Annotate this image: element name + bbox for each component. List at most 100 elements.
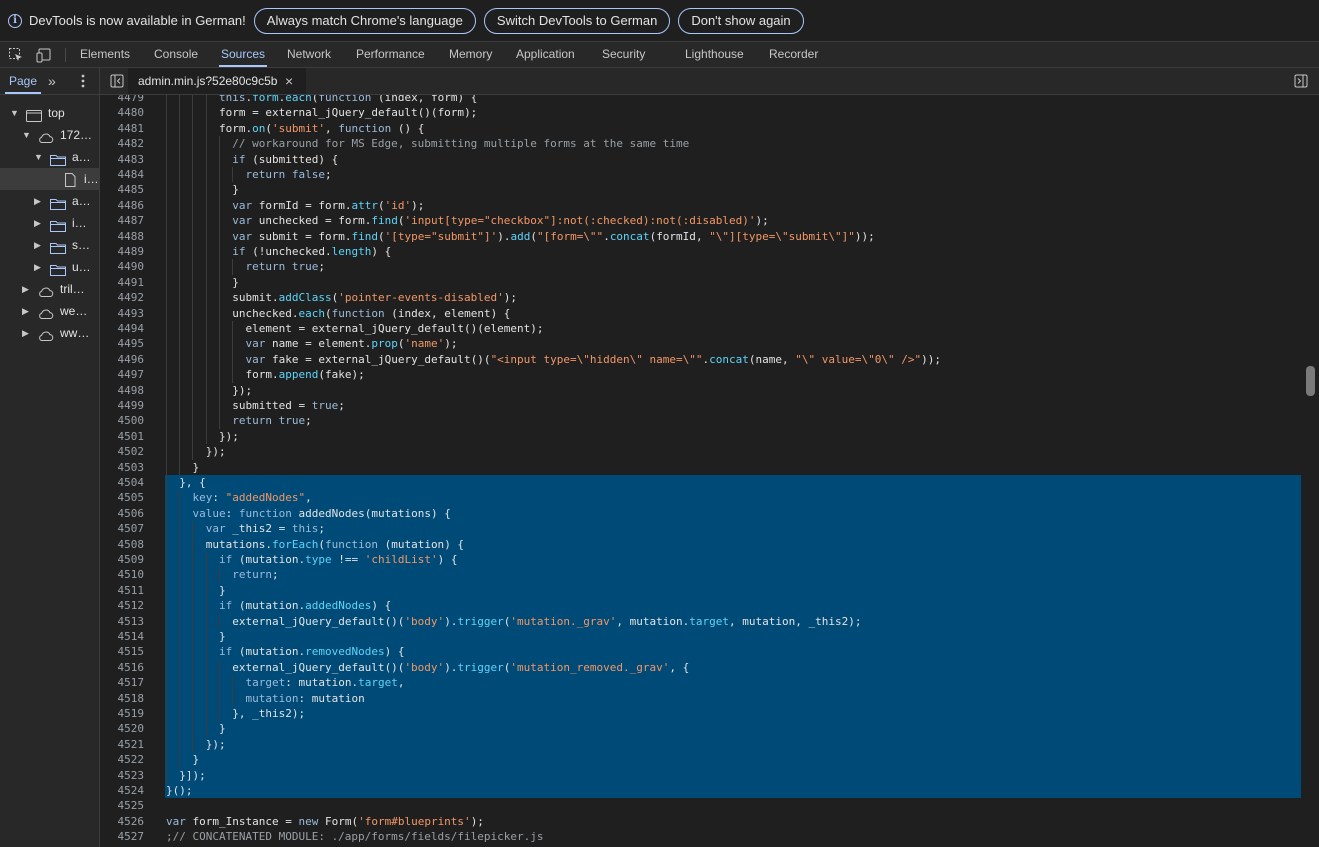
line-number[interactable]: 4495 <box>100 336 145 351</box>
line-number[interactable]: 4523 <box>100 768 145 783</box>
chevron-right-icon[interactable]: ▶ <box>22 278 32 300</box>
chevron-down-icon[interactable]: ▼ <box>10 102 20 124</box>
tree-item[interactable]: ▶ s… <box>0 234 99 256</box>
line-number[interactable]: 4497 <box>100 367 145 382</box>
tab-application[interactable]: Application <box>516 42 575 67</box>
line-number[interactable]: 4479 <box>100 95 145 105</box>
file-tab-admin-min-js[interactable]: admin.min.js?52e80c9c5b <box>138 68 277 94</box>
more-options-icon[interactable] <box>81 74 85 91</box>
tree-item[interactable]: ▶ we… <box>0 300 99 322</box>
line-number[interactable]: 4511 <box>100 583 145 598</box>
chevron-down-icon[interactable]: ▼ <box>34 146 44 168</box>
line-number[interactable]: 4501 <box>100 429 145 444</box>
line-number[interactable]: 4489 <box>100 244 145 259</box>
line-number[interactable]: 4507 <box>100 521 145 536</box>
more-tabs-icon[interactable]: » <box>48 73 56 89</box>
dont-show-again-button[interactable]: Don't show again <box>678 7 804 34</box>
line-number[interactable]: 4504 <box>100 475 145 490</box>
tab-sources[interactable]: Sources <box>218 42 268 67</box>
tab-memory[interactable]: Memory <box>449 42 492 67</box>
line-number[interactable]: 4503 <box>100 460 145 475</box>
line-number[interactable]: 4485 <box>100 182 145 197</box>
line-number[interactable]: 4486 <box>100 198 145 213</box>
line-number[interactable]: 4516 <box>100 660 145 675</box>
tab-performance[interactable]: Performance <box>356 42 425 67</box>
inspect-element-icon[interactable] <box>8 47 24 63</box>
line-number[interactable]: 4502 <box>100 444 145 459</box>
line-number[interactable]: 4525 <box>100 798 145 813</box>
tab-page[interactable]: Page <box>4 68 42 94</box>
line-number[interactable]: 4494 <box>100 321 145 336</box>
line-number[interactable]: 4496 <box>100 352 145 367</box>
chevron-right-icon[interactable]: ▶ <box>22 300 32 322</box>
chevron-right-icon[interactable]: ▶ <box>34 190 44 212</box>
chevron-right-icon[interactable]: ▶ <box>22 322 32 344</box>
line-number[interactable]: 4522 <box>100 752 145 767</box>
line-number[interactable]: 4492 <box>100 290 145 305</box>
match-language-button[interactable]: Always match Chrome's language <box>253 7 476 34</box>
chevron-right-icon[interactable]: ▶ <box>34 212 44 234</box>
line-number[interactable]: 4513 <box>100 614 145 629</box>
toggle-debugger-icon[interactable] <box>1294 74 1308 91</box>
line-number[interactable]: 4483 <box>100 152 145 167</box>
line-number[interactable]: 4505 <box>100 490 145 505</box>
code-editor[interactable]: 4479 this.form.each(function (index, for… <box>100 95 1319 847</box>
tab-security[interactable]: Security <box>602 42 645 67</box>
line-number[interactable]: 4520 <box>100 721 145 736</box>
chevron-down-icon[interactable]: ▼ <box>22 124 32 146</box>
line-number[interactable]: 4499 <box>100 398 145 413</box>
scrollbar-thumb[interactable] <box>1306 366 1315 396</box>
tab-elements[interactable]: Elements <box>80 42 130 67</box>
chevron-right-icon[interactable]: ▶ <box>34 256 44 278</box>
code-text: element = external_jQuery_default()(elem… <box>245 322 544 335</box>
line-number[interactable]: 4491 <box>100 275 145 290</box>
line-number[interactable]: 4514 <box>100 629 145 644</box>
device-toolbar-icon[interactable] <box>36 47 52 63</box>
line-number[interactable]: 4521 <box>100 737 145 752</box>
line-number[interactable]: 4527 <box>100 829 145 844</box>
tree-item[interactable]: i… <box>0 168 99 190</box>
toggle-navigator-icon[interactable] <box>110 74 124 91</box>
line-number[interactable]: 4512 <box>100 598 145 613</box>
line-number[interactable]: 4519 <box>100 706 145 721</box>
chevron-right-icon[interactable]: ▶ <box>34 234 44 256</box>
close-icon[interactable]: × <box>285 73 293 89</box>
code-line: 4497 form.append(fake); <box>100 367 1301 383</box>
tree-item[interactable]: ▼ 172… <box>0 124 99 146</box>
line-number[interactable]: 4488 <box>100 229 145 244</box>
tree-item[interactable]: ▶ ww… <box>0 322 99 344</box>
tree-item[interactable]: ▶ tril… <box>0 278 99 300</box>
line-number[interactable]: 4517 <box>100 675 145 690</box>
line-number[interactable]: 4500 <box>100 413 145 428</box>
tree-item[interactable]: ▼ a… <box>0 146 99 168</box>
code-text: unchecked.each(function (index, element)… <box>232 306 511 320</box>
line-number[interactable]: 4526 <box>100 814 145 829</box>
line-number[interactable]: 4518 <box>100 691 145 706</box>
line-number[interactable]: 4480 <box>100 105 145 120</box>
code-text: if (mutation.type !== 'childList') { <box>218 553 458 566</box>
line-number[interactable]: 4509 <box>100 552 145 567</box>
tree-item[interactable]: ▶ i… <box>0 212 99 234</box>
tree-item[interactable]: ▶ u… <box>0 256 99 278</box>
tab-recorder[interactable]: Recorder <box>769 42 818 67</box>
vertical-scrollbar[interactable] <box>1302 95 1319 847</box>
line-number[interactable]: 4482 <box>100 136 145 151</box>
line-number[interactable]: 4508 <box>100 537 145 552</box>
line-number[interactable]: 4506 <box>100 506 145 521</box>
tab-console[interactable]: Console <box>154 42 198 67</box>
tree-item[interactable]: ▶ a… <box>0 190 99 212</box>
line-number[interactable]: 4515 <box>100 644 145 659</box>
tab-network[interactable]: Network <box>287 42 331 67</box>
tree-item[interactable]: ▼ top <box>0 102 99 124</box>
switch-german-button[interactable]: Switch DevTools to German <box>483 7 671 34</box>
line-number[interactable]: 4524 <box>100 783 145 798</box>
line-number[interactable]: 4481 <box>100 121 145 136</box>
line-number[interactable]: 4490 <box>100 259 145 274</box>
line-number[interactable]: 4487 <box>100 213 145 228</box>
line-number[interactable]: 4498 <box>100 383 145 398</box>
code-text: }]); <box>166 768 206 782</box>
tab-lighthouse[interactable]: Lighthouse <box>685 42 744 67</box>
line-number[interactable]: 4510 <box>100 567 145 582</box>
line-number[interactable]: 4484 <box>100 167 145 182</box>
line-number[interactable]: 4493 <box>100 306 145 321</box>
